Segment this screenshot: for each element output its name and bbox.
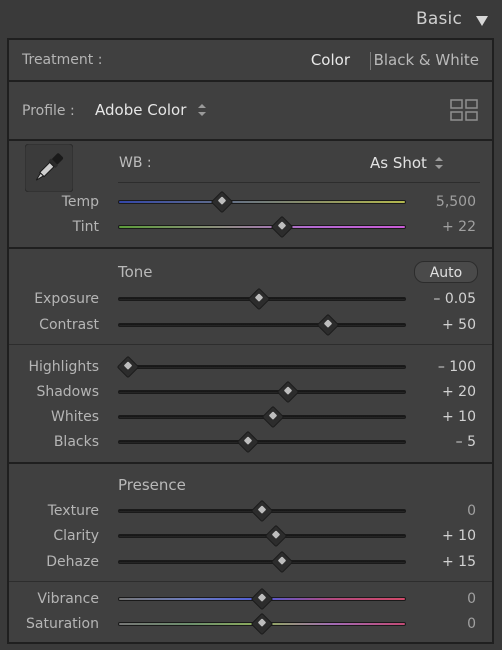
treatment-separator (370, 52, 371, 70)
shadows-value[interactable]: + 20 (442, 384, 476, 400)
clarity-slider-track[interactable] (118, 526, 406, 546)
tint-slider-thumb[interactable] (272, 217, 292, 237)
tint-slider-row: Tint + 22 (9, 217, 492, 239)
temp-slider-track[interactable] (118, 192, 406, 212)
develop-basic-panel: Basic Treatment : Color Black & White Pr… (0, 0, 502, 650)
saturation-label: Saturation (26, 616, 99, 632)
panel-header[interactable]: Basic (0, 0, 502, 38)
contrast-slider-track[interactable] (118, 315, 406, 335)
vibrance-slider-thumb[interactable] (252, 589, 272, 609)
temp-label: Temp (61, 194, 99, 210)
panel-title: Basic (415, 9, 462, 29)
whites-slider-thumb[interactable] (263, 407, 284, 427)
divider-after-profile (9, 139, 492, 141)
clarity-value[interactable]: + 10 (442, 528, 476, 544)
wb-label: WB : (119, 155, 152, 171)
auto-button[interactable]: Auto (414, 261, 478, 283)
blacks-slider-track[interactable] (118, 432, 406, 452)
shadows-slider-row: Shadows + 20 (9, 382, 492, 404)
blacks-value[interactable]: – 5 (456, 434, 476, 450)
tint-label: Tint (72, 219, 99, 235)
presence-title: Presence (118, 476, 186, 494)
temp-slider-row: Temp 5,500 (9, 192, 492, 214)
texture-label: Texture (47, 503, 99, 519)
clarity-slider-row: Clarity + 10 (9, 526, 492, 548)
vibrance-value[interactable]: 0 (467, 591, 476, 607)
tone-title: Tone (118, 263, 153, 281)
blacks-label: Blacks (53, 434, 99, 450)
exposure-slider-track[interactable] (118, 289, 406, 309)
triangle-down-icon[interactable] (474, 12, 490, 28)
shadows-label: Shadows (36, 384, 99, 400)
contrast-label: Contrast (39, 317, 99, 333)
profile-value[interactable]: Adobe Color (95, 101, 186, 119)
tint-value[interactable]: + 22 (442, 219, 476, 235)
saturation-slider-row: Saturation 0 (9, 614, 492, 636)
treatment-color-option[interactable]: Color (311, 51, 350, 69)
texture-slider-row: Texture 0 (9, 501, 492, 523)
divider-presence-color (9, 581, 492, 582)
eyedropper-icon[interactable] (25, 144, 73, 192)
dehaze-slider-row: Dehaze + 15 (9, 552, 492, 574)
saturation-slider-track[interactable] (118, 614, 406, 634)
wb-divider (118, 182, 480, 183)
clarity-label: Clarity (53, 528, 99, 544)
exposure-value[interactable]: – 0.05 (433, 291, 476, 307)
basic-panel-body: Treatment : Color Black & White Profile … (7, 38, 494, 644)
treatment-label: Treatment : (22, 52, 103, 68)
divider-after-tone (9, 462, 492, 464)
tint-slider-track[interactable] (118, 217, 406, 237)
vibrance-label: Vibrance (37, 591, 99, 607)
highlights-value[interactable]: – 100 (438, 359, 476, 375)
profile-stepper-icon[interactable] (197, 103, 207, 117)
shadows-slider-track[interactable] (118, 382, 406, 402)
texture-slider-thumb[interactable] (252, 501, 272, 521)
texture-value[interactable]: 0 (467, 503, 476, 519)
exposure-slider-thumb[interactable] (249, 289, 270, 309)
vibrance-slider-row: Vibrance 0 (9, 589, 492, 611)
dehaze-value[interactable]: + 15 (442, 554, 476, 570)
clarity-slider-thumb[interactable] (266, 526, 287, 546)
divider-tone-ranges (9, 344, 492, 345)
divider-after-treatment (9, 80, 492, 82)
vibrance-slider-track[interactable] (118, 589, 406, 609)
profile-label: Profile : (22, 103, 75, 119)
wb-value[interactable]: As Shot (370, 154, 427, 172)
divider-after-wb (9, 247, 492, 249)
whites-label: Whites (50, 409, 99, 425)
saturation-value[interactable]: 0 (467, 616, 476, 632)
highlights-slider-row: Highlights – 100 (9, 357, 492, 379)
shadows-slider-thumb[interactable] (277, 382, 298, 402)
dehaze-slider-thumb[interactable] (272, 552, 292, 572)
contrast-slider-thumb[interactable] (317, 315, 338, 335)
dehaze-slider-track[interactable] (118, 552, 406, 572)
dehaze-label: Dehaze (46, 554, 99, 570)
saturation-slider-thumb[interactable] (252, 614, 272, 634)
whites-value[interactable]: + 10 (442, 409, 476, 425)
highlights-slider-track[interactable] (117, 357, 406, 377)
whites-slider-row: Whites + 10 (9, 407, 492, 429)
blacks-slider-row: Blacks – 5 (9, 432, 492, 454)
exposure-slider-row: Exposure – 0.05 (9, 289, 492, 311)
texture-slider-track[interactable] (118, 501, 406, 521)
exposure-label: Exposure (34, 291, 99, 307)
treatment-bw-option[interactable]: Black & White (374, 51, 479, 69)
wb-stepper-icon[interactable] (434, 156, 444, 170)
contrast-value[interactable]: + 50 (442, 317, 476, 333)
blacks-slider-thumb[interactable] (237, 432, 258, 452)
contrast-slider-row: Contrast + 50 (9, 315, 492, 337)
grid-icon[interactable] (450, 98, 478, 122)
temp-value[interactable]: 5,500 (436, 194, 476, 210)
temp-slider-thumb[interactable] (212, 192, 232, 212)
whites-slider-track[interactable] (118, 407, 406, 427)
highlights-label: Highlights (28, 359, 100, 375)
highlights-slider-thumb[interactable] (117, 357, 138, 377)
